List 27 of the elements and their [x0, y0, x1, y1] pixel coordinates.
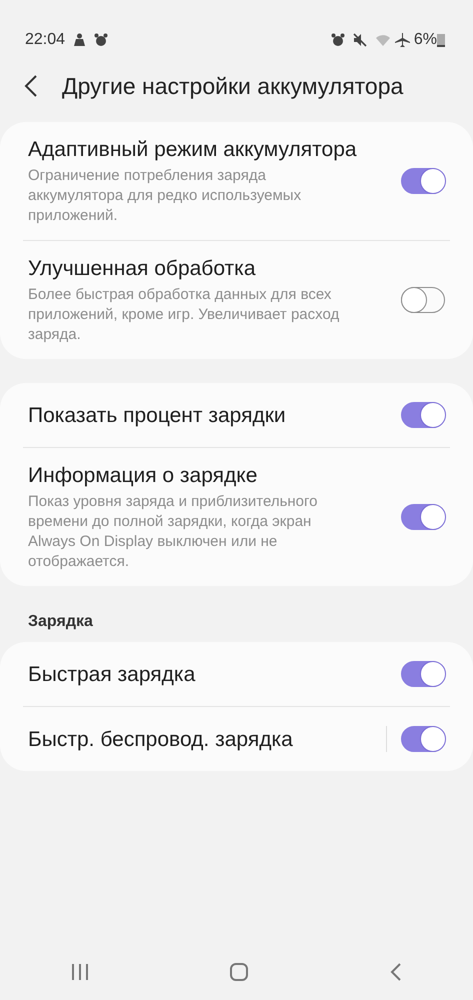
- person-icon: [73, 33, 86, 47]
- setting-title: Улучшенная обработка: [28, 256, 256, 282]
- mute-icon: [352, 33, 367, 47]
- toggle-switch[interactable]: [401, 287, 445, 313]
- setting-title: Адаптивный режим аккумулятора: [28, 137, 358, 163]
- setting-title: Информация о зарядке: [28, 463, 258, 489]
- wifi-icon: [374, 33, 391, 47]
- toggle-switch[interactable]: [401, 168, 445, 194]
- recent-apps-icon[interactable]: [70, 962, 90, 982]
- toggle-switch[interactable]: [401, 726, 445, 752]
- setting-description: Ограничение потребления заряда аккумулятора для редко используемых приложений.: [28, 166, 302, 226]
- home-icon[interactable]: [229, 962, 250, 982]
- toggle-switch[interactable]: [401, 504, 445, 530]
- setting-description: Показ уровня заряда и приблизительного времени до полной зарядки, когда экран Always On Display выключен или не отображается.: [28, 492, 318, 572]
- clock: 22:04: [25, 30, 66, 50]
- page-title: Другие настройки аккумулятора: [62, 72, 404, 101]
- setting-description: Более быстрая обработка данных для всех приложений, кроме игр. Увеличивает расход заряда.: [28, 285, 340, 345]
- toggle-switch[interactable]: [401, 661, 445, 687]
- setting-title: Быстрая зарядка: [28, 662, 196, 688]
- battery-percent: 6%: [414, 30, 437, 50]
- back-icon[interactable]: [24, 74, 38, 98]
- airplane-icon: [394, 32, 410, 48]
- setting-title: Быстр. беспровод. зарядка: [28, 726, 294, 752]
- toggle-switch[interactable]: [401, 402, 445, 428]
- setting-title: Показать процент зарядки: [28, 402, 287, 428]
- battery-icon: [437, 33, 445, 47]
- section-heading: Зарядка: [27, 612, 94, 632]
